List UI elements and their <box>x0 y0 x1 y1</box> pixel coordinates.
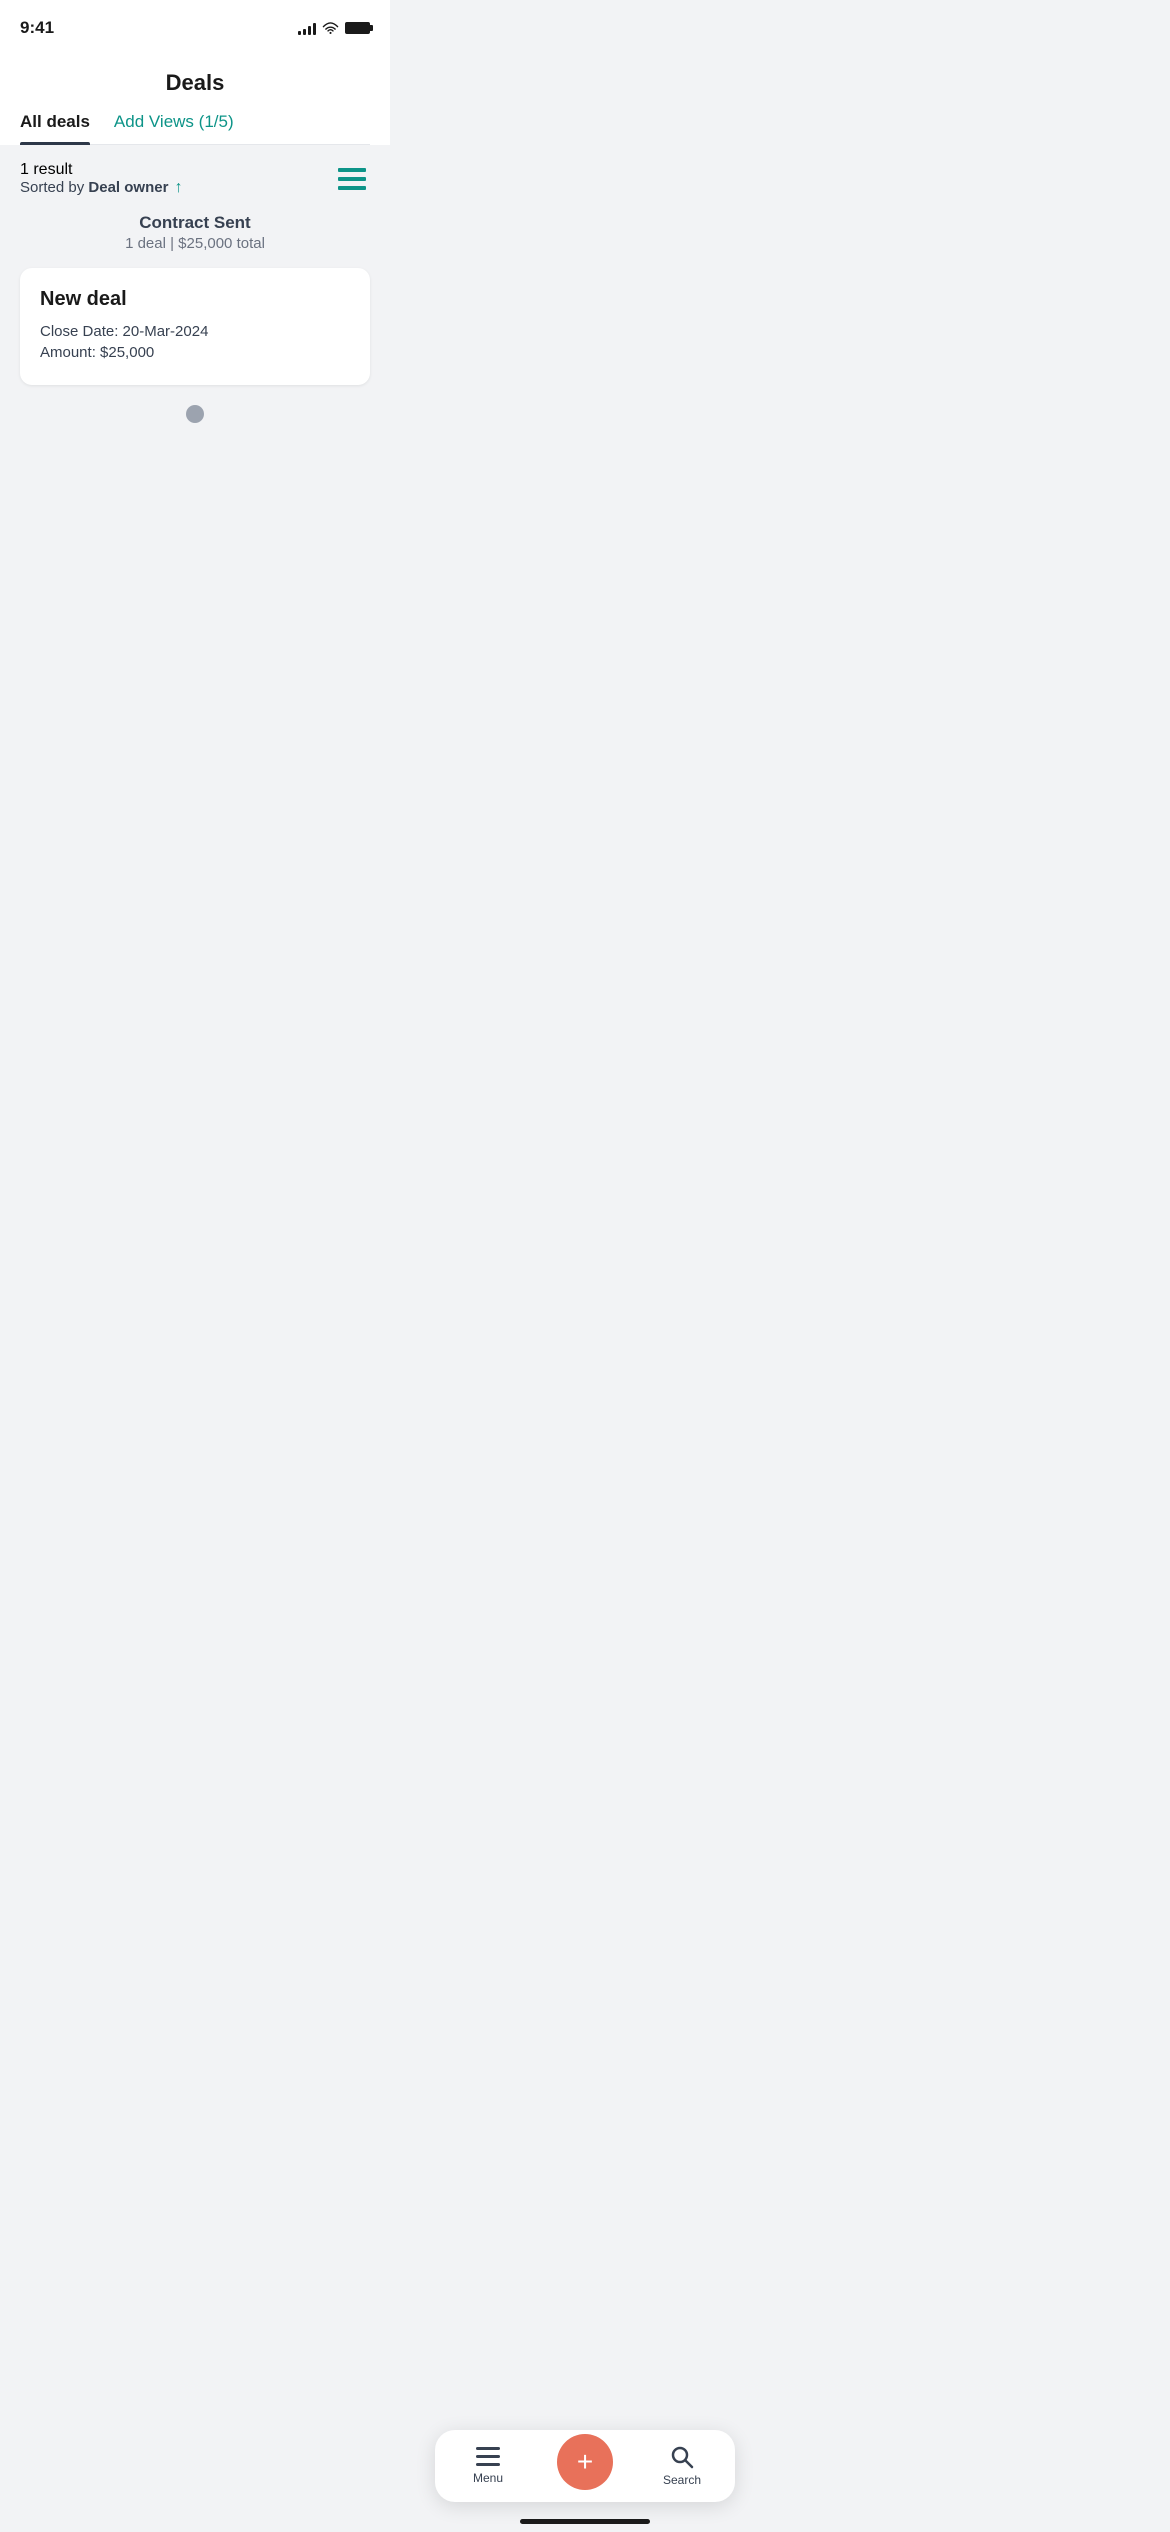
wifi-icon <box>322 21 339 35</box>
search-label: Search <box>663 2473 701 2487</box>
deal-name: New deal <box>40 288 350 311</box>
main-content: 1 result Sorted by Deal owner ↑ Contract… <box>0 145 390 571</box>
page-title: Deals <box>20 62 370 112</box>
deal-close-date: Close Date: 20-Mar-2024 <box>40 323 350 340</box>
sort-info: Sorted by Deal owner ↑ <box>20 179 183 197</box>
add-button[interactable]: + <box>557 2434 613 2490</box>
search-nav-item[interactable]: Search <box>653 2445 711 2487</box>
tabs: All deals Add Views (1/5) <box>20 112 370 145</box>
battery-icon <box>345 22 370 34</box>
signal-icon <box>298 21 316 35</box>
status-time: 9:41 <box>20 18 54 38</box>
status-bar: 9:41 <box>0 0 390 50</box>
tab-add-views[interactable]: Add Views (1/5) <box>114 112 234 144</box>
deal-card[interactable]: New deal Close Date: 20-Mar-2024 Amount:… <box>20 268 370 385</box>
scroll-indicator <box>186 405 204 423</box>
menu-label: Menu <box>473 2471 503 2485</box>
tab-all-deals[interactable]: All deals <box>20 112 90 144</box>
search-icon <box>670 2445 694 2469</box>
sort-arrow-icon: ↑ <box>175 179 183 196</box>
stage-summary: 1 deal | $25,000 total <box>20 235 370 252</box>
home-indicator <box>520 2519 650 2524</box>
results-info: 1 result Sorted by Deal owner ↑ <box>20 161 183 197</box>
menu-nav-item[interactable]: Menu <box>459 2447 517 2485</box>
results-count: 1 result <box>20 161 183 179</box>
plus-icon: + <box>577 2448 593 2476</box>
content-area: 1 result Sorted by Deal owner ↑ Contract… <box>0 145 390 451</box>
stage-header: Contract Sent 1 deal | $25,000 total <box>20 213 370 252</box>
stage-name: Contract Sent <box>20 213 370 233</box>
header: Deals All deals Add Views (1/5) <box>0 50 390 145</box>
results-row: 1 result Sorted by Deal owner ↑ <box>20 161 370 197</box>
bottom-nav: Menu + Search <box>435 2430 735 2502</box>
menu-icon <box>476 2447 500 2467</box>
deal-amount: Amount: $25,000 <box>40 344 350 361</box>
status-icons <box>298 21 370 35</box>
list-view-button[interactable] <box>334 161 370 197</box>
